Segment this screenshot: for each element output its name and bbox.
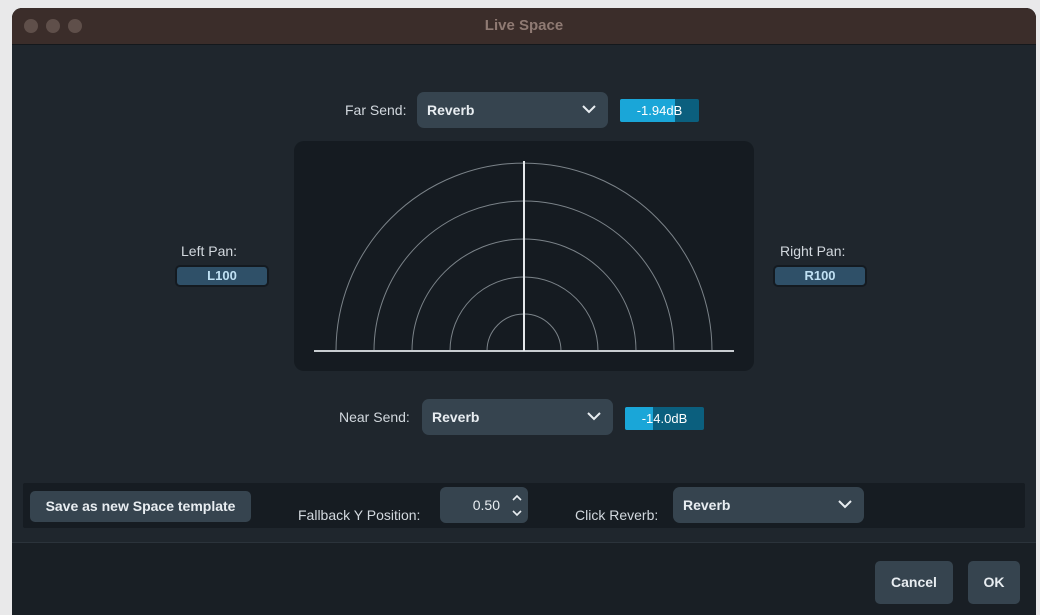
far-send-level-meter[interactable]: -1.94dB xyxy=(620,99,699,122)
near-send-level-meter[interactable]: -14.0dB xyxy=(625,407,704,430)
click-reverb-value: Reverb xyxy=(683,497,731,513)
near-send-label: Near Send: xyxy=(339,409,410,425)
left-pan-field[interactable]: L100 xyxy=(175,265,269,287)
click-reverb-label: Click Reverb: xyxy=(575,507,659,523)
far-send-level-text: -1.94dB xyxy=(636,103,683,118)
chevron-down-icon xyxy=(582,105,596,114)
far-send-value: Reverb xyxy=(427,102,475,118)
click-reverb-dropdown[interactable]: Reverb xyxy=(673,487,864,523)
right-pan-label: Right Pan: xyxy=(780,243,846,259)
near-send-dropdown[interactable]: Reverb xyxy=(422,399,613,435)
dialog-footer: Cancel OK xyxy=(12,542,1036,615)
fallback-y-value[interactable]: 0.50 xyxy=(440,487,500,523)
right-pan-field[interactable]: R100 xyxy=(773,265,867,287)
window-title: Live Space xyxy=(484,17,564,34)
live-space-window: Live Space Far Send: Reverb -1.94dB Left… xyxy=(12,8,1036,615)
decrement-arrow-icon[interactable] xyxy=(511,507,523,519)
save-space-template-button[interactable]: Save as new Space template xyxy=(30,491,251,522)
chevron-down-icon xyxy=(838,500,852,509)
fallback-y-label: Fallback Y Position: xyxy=(298,507,421,523)
title-bar: Live Space xyxy=(12,8,1036,45)
near-send-value: Reverb xyxy=(432,409,480,425)
near-send-level-text: -14.0dB xyxy=(641,411,688,426)
dialog-content: Far Send: Reverb -1.94dB Left Pan: L100 … xyxy=(12,45,1036,542)
increment-arrow-icon[interactable] xyxy=(511,492,523,504)
left-pan-label: Left Pan: xyxy=(181,243,238,259)
far-send-dropdown[interactable]: Reverb xyxy=(417,92,608,128)
cancel-button[interactable]: Cancel xyxy=(875,561,953,604)
ok-button[interactable]: OK xyxy=(968,561,1020,604)
space-panner-area[interactable] xyxy=(294,141,754,371)
far-send-label: Far Send: xyxy=(345,102,407,118)
fallback-y-stepper[interactable]: 0.50 xyxy=(440,487,528,523)
chevron-down-icon xyxy=(587,412,601,421)
panner-arcs xyxy=(314,161,734,352)
